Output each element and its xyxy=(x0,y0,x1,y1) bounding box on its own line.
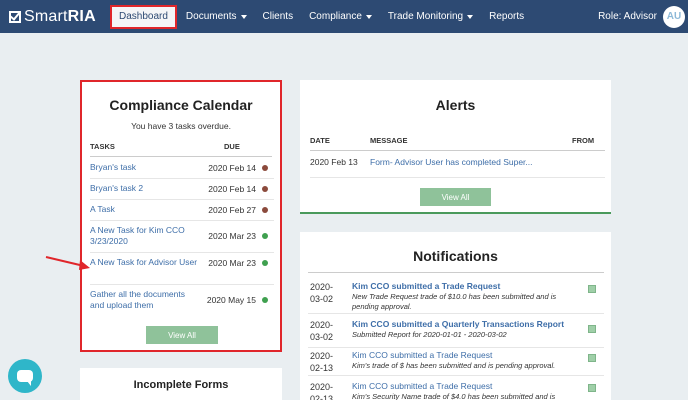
row-divider xyxy=(90,252,274,253)
chat-bubble-icon xyxy=(17,370,33,386)
task-due-date: 2020 May 15 xyxy=(206,295,256,305)
from-column-header: FROM xyxy=(572,136,595,145)
alert-message-link[interactable]: Form- Advisor User has completed Super..… xyxy=(370,157,533,167)
annotation-arrow-icon xyxy=(45,256,90,270)
notification-date: 2020-03-02 xyxy=(310,320,334,342)
message-column-header: MESSAGE xyxy=(370,136,408,145)
calendar-view-all-button[interactable]: View All xyxy=(146,326,218,344)
nav-trade-monitoring[interactable]: Trade Monitoring xyxy=(380,0,481,33)
status-dot-icon xyxy=(262,206,268,213)
task-row: Gather all the documents and upload them… xyxy=(90,289,274,311)
row-divider xyxy=(310,177,605,178)
chat-widget-button[interactable] xyxy=(8,359,42,393)
task-link[interactable]: Gather all the documents and upload them xyxy=(90,289,200,311)
chevron-down-icon xyxy=(467,14,474,19)
task-row: Bryan's task 2020 Feb 14 xyxy=(90,162,274,173)
nav-compliance[interactable]: Compliance xyxy=(301,0,380,33)
notification-date: 2020-03-02 xyxy=(310,282,334,304)
notifications-panel: Notifications 2020-03-02 Kim CCO submitt… xyxy=(300,232,611,400)
document-icon[interactable] xyxy=(588,285,596,293)
task-due-date: 2020 Mar 23 xyxy=(208,257,256,268)
chevron-down-icon xyxy=(240,14,247,19)
task-due-date: 2020 Mar 23 xyxy=(208,231,256,241)
task-link[interactable]: Bryan's task 2 xyxy=(90,183,200,194)
notification-body: Kim's Security Name trade of $4.0 has be… xyxy=(352,392,556,400)
incomplete-forms-panel: Incomplete Forms xyxy=(80,368,282,400)
alert-date: 2020 Feb 13 xyxy=(310,157,358,167)
notification-title-link[interactable]: Kim CCO submitted a Quarterly Transactio… xyxy=(352,319,564,329)
header-divider xyxy=(308,272,604,273)
top-navbar: SmartRIA Dashboard Documents Clients Com… xyxy=(0,0,688,33)
task-due-date: 2020 Feb 14 xyxy=(208,162,256,173)
checkbox-logo-icon xyxy=(9,10,21,23)
nav-compliance-label: Compliance xyxy=(309,11,362,22)
nav-clients[interactable]: Clients xyxy=(255,0,302,33)
task-due-date: 2020 Feb 14 xyxy=(208,183,256,194)
notification-body: Submitted Report for 2020-01-01 - 2020-0… xyxy=(352,330,507,339)
task-link[interactable]: Bryan's task xyxy=(90,162,200,173)
brand-logo[interactable]: SmartRIA xyxy=(9,8,109,26)
compliance-calendar-panel: Compliance Calendar You have 3 tasks ove… xyxy=(80,80,282,352)
calendar-title: Compliance Calendar xyxy=(109,97,253,113)
notification-body: New Trade Request trade of $10.0 has bee… xyxy=(352,292,557,311)
row-divider xyxy=(308,347,604,348)
avatar[interactable]: AU xyxy=(663,5,685,28)
notification-title-link[interactable]: Kim CCO submitted a Trade Request xyxy=(352,281,500,291)
document-icon[interactable] xyxy=(588,354,596,362)
notification-title-link[interactable]: Kim CCO submitted a Trade Request xyxy=(352,381,492,391)
task-due-date: 2020 Feb 27 xyxy=(208,204,256,215)
incomplete-forms-title: Incomplete Forms xyxy=(133,379,229,391)
nav-documents-label: Documents xyxy=(185,11,237,22)
date-column-header: DATE xyxy=(310,136,330,145)
task-link[interactable]: A New Task for Kim CCO 3/23/2020 xyxy=(90,225,200,247)
row-divider xyxy=(90,220,274,221)
task-row: A Task 2020 Feb 27 xyxy=(90,204,274,215)
row-divider xyxy=(90,199,274,200)
notification-title-link[interactable]: Kim CCO submitted a Trade Request xyxy=(352,350,492,360)
alerts-table-header: DATE MESSAGE FROM xyxy=(310,136,605,151)
status-dot-icon xyxy=(262,185,268,192)
notification-body: Kim's trade of $ has been submitted and … xyxy=(352,361,556,370)
nav-reports[interactable]: Reports xyxy=(481,0,532,33)
task-row: A New Task for Advisor User 2020 Mar 23 xyxy=(90,257,274,268)
nav-trade-monitoring-label: Trade Monitoring xyxy=(387,11,464,22)
notification-date: 2020-02-13 xyxy=(310,382,334,400)
due-column-header: DUE xyxy=(224,142,240,151)
chevron-down-icon xyxy=(365,14,372,19)
brand-name-bold: RIA xyxy=(67,7,96,25)
notifications-title: Notifications xyxy=(413,248,498,264)
row-divider xyxy=(308,313,604,314)
brand-name-light: Smart xyxy=(24,7,68,25)
status-dot-icon xyxy=(262,164,268,171)
task-link[interactable]: A Task xyxy=(90,204,200,215)
user-role[interactable]: Role: Advisor xyxy=(598,11,657,22)
status-dot-icon xyxy=(262,233,268,239)
document-icon[interactable] xyxy=(588,384,596,392)
task-link[interactable]: A New Task for Advisor User xyxy=(90,257,200,268)
alerts-title: Alerts xyxy=(435,97,476,113)
alerts-panel: Alerts DATE MESSAGE FROM 2020 Feb 13 For… xyxy=(300,80,611,214)
calendar-overdue-summary: You have 3 tasks overdue. xyxy=(131,121,231,131)
task-row: A New Task for Kim CCO 3/23/2020 2020 Ma… xyxy=(90,225,274,247)
task-row: Bryan's task 2 2020 Feb 14 xyxy=(90,183,274,194)
document-icon[interactable] xyxy=(588,325,596,333)
notification-date: 2020-02-13 xyxy=(310,351,334,373)
nav-documents[interactable]: Documents xyxy=(178,0,255,33)
status-dot-icon xyxy=(262,259,268,266)
calendar-table-header: TASKS DUE xyxy=(90,142,272,157)
status-dot-icon xyxy=(262,297,268,303)
row-divider xyxy=(308,375,604,376)
tasks-column-header: TASKS xyxy=(90,142,115,151)
nav-dashboard[interactable]: Dashboard xyxy=(110,4,177,29)
row-divider xyxy=(90,178,274,179)
row-divider xyxy=(90,284,274,285)
alerts-view-all-button[interactable]: View All xyxy=(420,188,491,206)
